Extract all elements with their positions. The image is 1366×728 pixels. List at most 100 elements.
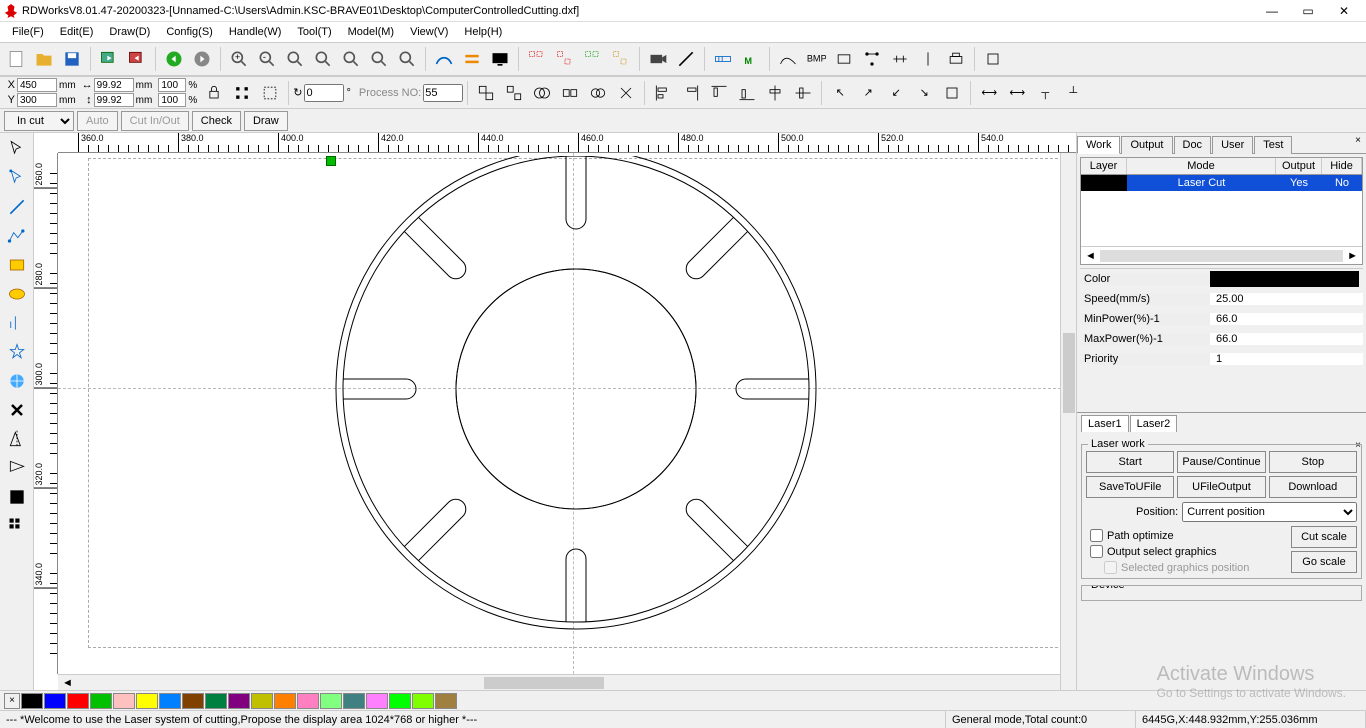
color-swatch[interactable] — [251, 693, 273, 709]
print-button[interactable] — [943, 46, 969, 72]
tab-laser2[interactable]: Laser2 — [1130, 415, 1178, 432]
export-button[interactable] — [124, 46, 150, 72]
hdr-mode[interactable]: Mode — [1127, 158, 1276, 174]
m-button[interactable]: M — [738, 46, 764, 72]
close-tool[interactable] — [3, 396, 31, 424]
path-optimize-checkbox[interactable] — [1090, 529, 1103, 542]
array3-button[interactable] — [580, 46, 606, 72]
prop-minpower-value[interactable]: 66.0 — [1210, 313, 1363, 325]
pan-button[interactable] — [394, 46, 420, 72]
palette-close-icon[interactable]: × — [4, 693, 20, 709]
menu-draw[interactable]: Draw(D) — [101, 24, 158, 40]
preview-button[interactable] — [487, 46, 513, 72]
menu-model[interactable]: Model(M) — [340, 24, 402, 40]
tab-user[interactable]: User — [1212, 136, 1253, 154]
line-tool[interactable] — [3, 193, 31, 221]
lock-aspect-button[interactable] — [201, 80, 227, 106]
close-button[interactable]: ✕ — [1326, 0, 1362, 22]
open-button[interactable] — [31, 46, 57, 72]
hdr-output[interactable]: Output — [1276, 158, 1322, 174]
op1-button[interactable] — [585, 80, 611, 106]
color-swatch[interactable] — [205, 693, 227, 709]
array4-button[interactable] — [608, 46, 634, 72]
color-swatch[interactable] — [297, 693, 319, 709]
menu-help[interactable]: Help(H) — [456, 24, 510, 40]
scrollbar-vertical[interactable] — [1060, 153, 1076, 690]
tab-laser1[interactable]: Laser1 — [1081, 415, 1129, 432]
star-tool[interactable] — [3, 338, 31, 366]
polyline-tool[interactable] — [3, 222, 31, 250]
menu-view[interactable]: View(V) — [402, 24, 456, 40]
prop-speed-value[interactable]: 25.00 — [1210, 293, 1363, 305]
check-button[interactable]: Check — [192, 111, 241, 131]
bmp-button[interactable]: BMP — [803, 46, 829, 72]
zoom-out-button[interactable]: - — [254, 46, 280, 72]
color-swatch[interactable] — [113, 693, 135, 709]
color-swatch[interactable] — [21, 693, 43, 709]
pause-button[interactable]: Pause/Continue — [1177, 451, 1265, 473]
import-button[interactable] — [96, 46, 122, 72]
arrow-br-button[interactable]: ↘ — [911, 80, 937, 106]
arrow-tl-button[interactable]: ↖ — [827, 80, 853, 106]
align1-button[interactable] — [887, 46, 913, 72]
group-button[interactable] — [473, 80, 499, 106]
text-tool[interactable]: I — [3, 309, 31, 337]
space-v-button[interactable]: ┴ — [1060, 80, 1086, 106]
break-button[interactable] — [557, 80, 583, 106]
mirror-h-tool[interactable] — [3, 425, 31, 453]
align-top-button[interactable] — [706, 80, 732, 106]
menu-edit[interactable]: Edit(E) — [52, 24, 102, 40]
tab-output[interactable]: Output — [1121, 136, 1172, 154]
start-button[interactable]: Start — [1086, 451, 1174, 473]
rect-tool[interactable] — [3, 251, 31, 279]
pct-h-input[interactable] — [158, 93, 186, 107]
dist-v-button[interactable]: ⟷ — [1004, 80, 1030, 106]
stop-button[interactable]: Stop — [1269, 451, 1357, 473]
ufileoutput-button[interactable]: UFileOutput — [1177, 476, 1265, 498]
savetoufile-button[interactable]: SaveToUFile — [1086, 476, 1174, 498]
line-set-button[interactable] — [673, 46, 699, 72]
menu-config[interactable]: Config(S) — [158, 24, 220, 40]
auto-button[interactable]: Auto — [77, 111, 118, 131]
tab-work[interactable]: Work — [1077, 136, 1120, 154]
prop-maxpower-value[interactable]: 66.0 — [1210, 333, 1363, 345]
height-input[interactable] — [94, 93, 134, 107]
maximize-button[interactable]: ▭ — [1290, 0, 1326, 22]
color-swatch[interactable] — [67, 693, 89, 709]
color-swatch[interactable] — [435, 693, 457, 709]
menu-handle[interactable]: Handle(W) — [221, 24, 290, 40]
zoom-fit-button[interactable] — [310, 46, 336, 72]
measure-button[interactable] — [710, 46, 736, 72]
select-tool[interactable] — [3, 135, 31, 163]
color-swatch[interactable] — [412, 693, 434, 709]
center-button[interactable] — [939, 80, 965, 106]
snap-button[interactable] — [980, 46, 1006, 72]
ungroup-button[interactable] — [501, 80, 527, 106]
color-swatch[interactable] — [90, 693, 112, 709]
fill-tool[interactable] — [3, 483, 31, 511]
zoom-sel-button[interactable] — [366, 46, 392, 72]
layer-row[interactable]: Laser Cut Yes No — [1081, 175, 1362, 191]
process-input[interactable] — [423, 84, 463, 102]
rotate-input[interactable] — [304, 84, 344, 102]
color-swatch[interactable] — [389, 693, 411, 709]
download-button[interactable]: Download — [1269, 476, 1357, 498]
menu-tool[interactable]: Tool(T) — [289, 24, 339, 40]
hdr-layer[interactable]: Layer — [1081, 158, 1127, 174]
go-scale-button[interactable]: Go scale — [1291, 551, 1357, 573]
combine-button[interactable] — [529, 80, 555, 106]
show-direction-button[interactable] — [459, 46, 485, 72]
cut-inout-button[interactable]: Cut In/Out — [121, 111, 189, 131]
color-swatch[interactable] — [343, 693, 365, 709]
array1-button[interactable] — [524, 46, 550, 72]
anchor-button[interactable] — [229, 80, 255, 106]
space-h-button[interactable]: ┬ — [1032, 80, 1058, 106]
draw-button[interactable]: Draw — [244, 111, 288, 131]
prop-priority-value[interactable]: 1 — [1210, 353, 1363, 365]
width-input[interactable] — [94, 78, 134, 92]
pct-w-input[interactable] — [158, 78, 186, 92]
array2-button[interactable] — [552, 46, 578, 72]
grid-tool[interactable] — [3, 512, 31, 540]
color-swatch[interactable] — [159, 693, 181, 709]
zoom-all-button[interactable] — [338, 46, 364, 72]
